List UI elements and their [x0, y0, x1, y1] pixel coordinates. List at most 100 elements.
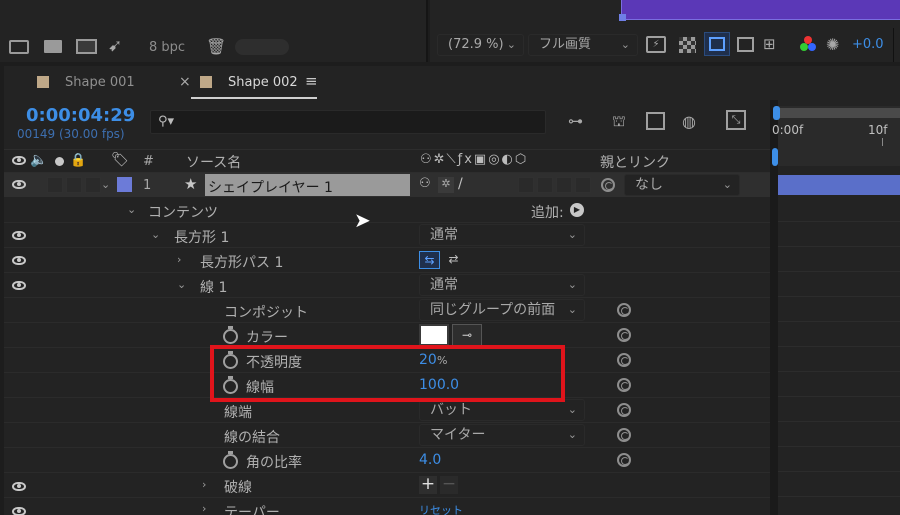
eyedropper-icon[interactable]: ⊸	[452, 324, 482, 346]
trash-icon[interactable]: 🗑	[206, 37, 226, 56]
opacity-pickwhip-icon[interactable]	[617, 353, 631, 367]
draft-3d-icon[interactable]: ⛫	[612, 112, 626, 132]
dashes-label[interactable]: 破線	[224, 477, 252, 497]
dashes-twirl-icon[interactable]: ›	[202, 478, 206, 491]
project-scroll-thumb[interactable]	[235, 39, 289, 55]
channel-rgb-icon[interactable]	[800, 36, 816, 52]
fast-preview-icon[interactable]: ⚡	[646, 36, 666, 53]
path-direction-reverse-icon[interactable]: ⇄	[443, 251, 464, 269]
region-of-interest-icon[interactable]	[737, 37, 754, 52]
taper-label[interactable]: テーパー	[224, 502, 280, 515]
zoom-dropdown[interactable]: (72.9 %) ⌄	[437, 34, 524, 56]
layer-label-color[interactable]	[117, 177, 132, 192]
line-join-label: 線の結合	[224, 430, 280, 446]
resolution-dropdown[interactable]: フル画質 ⌄	[528, 34, 638, 56]
stroke1-twirl-icon[interactable]: ⌄	[177, 278, 186, 291]
parent-dropdown[interactable]: なし ⌄	[624, 174, 740, 196]
line-join-dropdown[interactable]: マイター ⌄	[419, 424, 585, 446]
layer-visibility-eye-icon[interactable]	[12, 180, 26, 189]
add-dash-button[interactable]: +	[419, 476, 437, 494]
dashes-visibility-eye-icon[interactable]	[12, 482, 26, 491]
rect1-visibility-eye-icon[interactable]	[12, 231, 26, 240]
taper-visibility-eye-icon[interactable]	[12, 507, 26, 515]
current-timecode[interactable]: 0:00:04:29	[26, 105, 135, 126]
adjustment-switch[interactable]	[556, 177, 572, 193]
color-swatch[interactable]	[419, 324, 449, 346]
line-join-pickwhip-icon[interactable]	[617, 428, 631, 442]
rect1-blend-value: 通常	[430, 227, 458, 243]
tab-menu-icon[interactable]: ≡	[305, 72, 318, 90]
add-menu-button[interactable]: ▶	[570, 203, 584, 217]
playhead-marker[interactable]	[772, 148, 778, 166]
reset-exposure-icon[interactable]: ✺	[826, 35, 839, 54]
rect-path-label[interactable]: 長方形パス 1	[200, 252, 283, 272]
layer-search-input[interactable]	[150, 110, 546, 134]
solo-toggle[interactable]	[66, 177, 82, 193]
new-folder-icon[interactable]	[44, 40, 62, 53]
tab-shape-002[interactable]: Shape 002	[228, 75, 298, 90]
work-area-bar[interactable]	[778, 108, 900, 118]
audio-column-icon: 🔈	[30, 152, 48, 168]
search-icon: ⚲▾	[158, 114, 175, 129]
fx-switch[interactable]	[518, 177, 534, 193]
quality-switch-icon[interactable]: /	[458, 176, 463, 192]
color-stopwatch-icon[interactable]	[223, 326, 238, 344]
rect1-blend-dropdown[interactable]: 通常 ⌄	[419, 224, 585, 246]
composite-dropdown[interactable]: 同じグループの前面 ⌄	[419, 299, 585, 321]
flowchart-icon[interactable]: ➹	[108, 36, 122, 56]
tab-shape-001[interactable]: Shape 001	[65, 75, 135, 90]
shy-switch-icon[interactable]: ⚇	[419, 176, 431, 191]
grid-guide-icon[interactable]: ⊞	[763, 35, 776, 53]
motion-blur-icon[interactable]: ◍	[682, 112, 696, 131]
viewer-handle[interactable]	[619, 14, 626, 21]
stroke1-blend-dropdown[interactable]: 通常 ⌄	[419, 274, 585, 296]
line-cap-dropdown[interactable]: バット ⌄	[419, 399, 585, 421]
stroke1-visibility-eye-icon[interactable]	[12, 281, 26, 290]
rect1-twirl-icon[interactable]: ⌄	[151, 228, 160, 241]
motion-blur-switch[interactable]	[537, 177, 553, 193]
stroke1-label[interactable]: 線 1	[200, 277, 227, 297]
new-composition-icon[interactable]	[76, 39, 97, 54]
layer-twirl-chevron-icon[interactable]: ⌄	[101, 178, 110, 191]
work-area-start-handle[interactable]	[773, 106, 780, 120]
active-tab-underline	[191, 97, 317, 99]
path-direction-icon[interactable]: ⇆	[419, 251, 440, 269]
source-name-header[interactable]: ソース名	[186, 152, 241, 172]
transparency-grid-icon[interactable]	[679, 37, 696, 53]
close-tab-icon[interactable]: ×	[179, 74, 191, 90]
layer-duration-bar[interactable]	[778, 175, 900, 195]
rect-path-visibility-eye-icon[interactable]	[12, 256, 26, 265]
color-pickwhip-icon[interactable]	[617, 328, 631, 342]
switches-header-icons: ⚇✲⟍ƒx▣◎◐⬡	[420, 152, 529, 167]
line-cap-pickwhip-icon[interactable]	[617, 403, 631, 417]
composition-flowchart-icon[interactable]: ⊶	[568, 112, 583, 130]
audio-toggle[interactable]	[47, 177, 63, 193]
ruler-mark-label: 10f	[868, 123, 888, 137]
number-column-header: #	[143, 154, 154, 169]
parent-pickwhip-icon[interactable]	[601, 178, 615, 192]
collapse-switch-icon[interactable]: ✲	[438, 177, 454, 193]
label-column-icon: 🏷	[111, 152, 129, 168]
miter-limit-stopwatch-icon[interactable]	[223, 451, 238, 469]
exposure-value[interactable]: +0.0	[852, 37, 884, 52]
miter-limit-value[interactable]: 4.0	[419, 452, 441, 468]
chevron-down-icon: ⌄	[567, 303, 577, 316]
graph-editor-icon[interactable]: ⤡	[726, 110, 746, 130]
lock-toggle[interactable]	[85, 177, 101, 193]
viewer-divider	[893, 28, 894, 62]
composite-pickwhip-icon[interactable]	[617, 303, 631, 317]
3d-switch[interactable]	[575, 177, 591, 193]
contents-twirl-icon[interactable]: ⌄	[127, 203, 136, 216]
frame-blending-icon[interactable]	[646, 112, 665, 130]
miter-limit-pickwhip-icon[interactable]	[617, 453, 631, 467]
lock-column-icon: 🔒	[70, 153, 87, 168]
taper-twirl-icon[interactable]: ›	[202, 502, 206, 515]
interpret-footage-icon[interactable]	[9, 40, 29, 54]
taper-reset-link[interactable]: リセット	[419, 502, 463, 515]
rect-path-twirl-icon[interactable]: ›	[177, 253, 181, 266]
chevron-down-icon: ⌄	[722, 178, 732, 191]
rect1-label[interactable]: 長方形 1	[174, 227, 229, 247]
remove-dash-button[interactable]: −	[440, 476, 458, 494]
stroke-width-pickwhip-icon[interactable]	[617, 378, 631, 392]
bpc-button[interactable]: 8 bpc	[149, 40, 185, 55]
